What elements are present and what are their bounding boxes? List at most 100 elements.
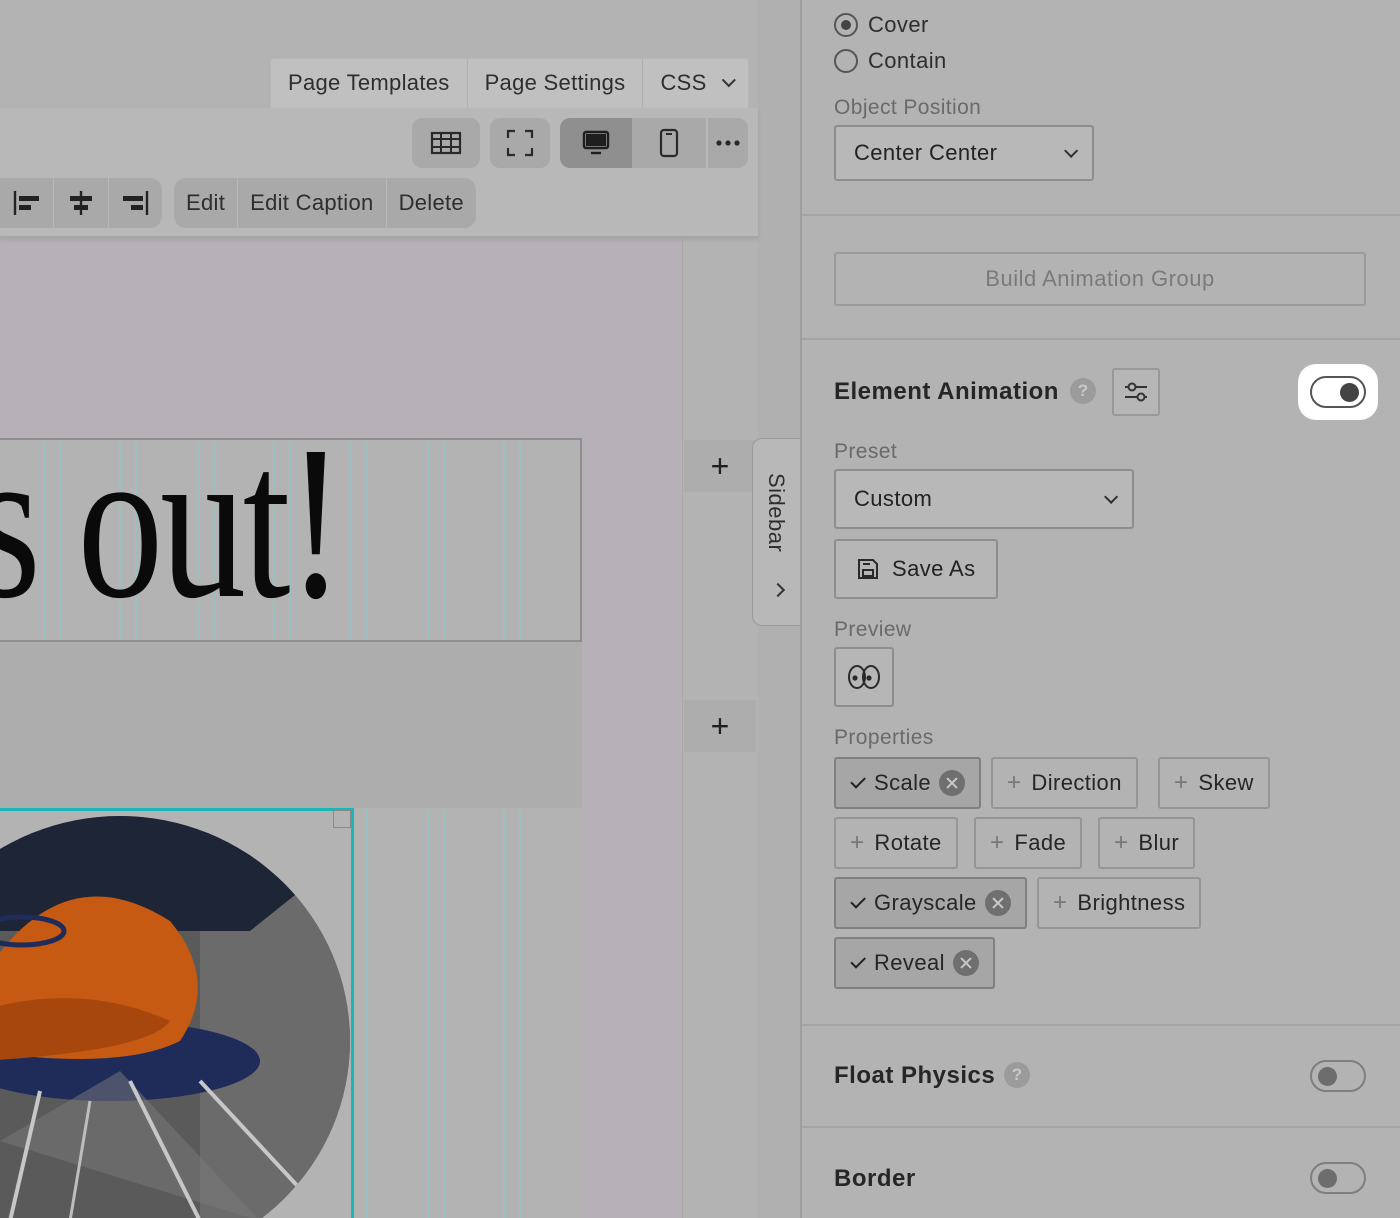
fullscreen-icon	[506, 129, 534, 157]
radio-contain[interactable]: Contain	[834, 48, 947, 74]
object-position-label: Object Position	[834, 96, 982, 119]
toggle-knob	[1318, 1169, 1337, 1188]
film-view-button[interactable]	[412, 118, 480, 168]
plus-icon: +	[1007, 769, 1022, 796]
align-left-button[interactable]	[0, 178, 55, 228]
desktop-view-button[interactable]	[560, 118, 632, 168]
plus-icon: +	[850, 829, 865, 856]
desktop-icon	[582, 130, 610, 155]
save-as-label: Save As	[892, 556, 976, 581]
radio-selected-icon	[834, 13, 858, 37]
chip-brightness-label: Brightness	[1077, 890, 1186, 915]
property-chip-brightness[interactable]: + Brightness	[1037, 877, 1202, 929]
help-icon[interactable]: ?	[1004, 1062, 1030, 1088]
preview-button[interactable]	[834, 647, 894, 707]
add-block-button[interactable]: +	[684, 440, 756, 492]
plus-icon: +	[990, 829, 1005, 856]
property-chip-fade[interactable]: + Fade	[974, 817, 1083, 869]
chip-reveal-label: Reveal	[874, 950, 945, 975]
more-options-button[interactable]	[708, 118, 748, 168]
chevron-down-icon	[1104, 489, 1119, 504]
tab-page-templates[interactable]: Page Templates	[271, 59, 468, 107]
toggle-knob	[1318, 1067, 1337, 1086]
animation-settings-button[interactable]	[1112, 368, 1160, 416]
chip-skew-label: Skew	[1198, 770, 1254, 795]
chip-direction-label: Direction	[1031, 770, 1122, 795]
plus-icon: +	[1114, 829, 1129, 856]
product-image	[0, 816, 350, 1218]
preset-label: Preset	[834, 440, 898, 463]
align-center-button[interactable]	[54, 178, 109, 228]
remove-icon[interactable]	[952, 950, 979, 976]
property-chip-grayscale[interactable]: Grayscale	[834, 877, 1027, 929]
settings-panel: Cover Contain Object Position Center Cen…	[800, 0, 1400, 1218]
align-left-icon	[13, 191, 39, 215]
chip-rotate-label: Rotate	[874, 830, 942, 855]
alignment-group	[0, 178, 162, 228]
radio-cover[interactable]: Cover	[834, 12, 929, 38]
object-position-value: Center Center	[854, 140, 998, 165]
delete-button[interactable]: Delete	[387, 178, 476, 228]
tab-page-settings[interactable]: Page Settings	[468, 59, 644, 107]
save-as-button[interactable]: Save As	[834, 539, 998, 599]
preset-select[interactable]: Custom	[834, 469, 1134, 529]
property-chip-reveal[interactable]: Reveal	[834, 937, 995, 989]
float-physics-toggle[interactable]	[1310, 1060, 1366, 1092]
chip-scale-label: Scale	[874, 770, 932, 795]
border-title: Border	[834, 1165, 916, 1192]
more-icon	[716, 140, 740, 146]
remove-icon[interactable]	[939, 770, 966, 796]
check-icon	[850, 953, 866, 969]
sidebar-toggle-tab[interactable]: Sidebar	[752, 438, 800, 626]
align-right-button[interactable]	[109, 178, 162, 228]
build-animation-group-button[interactable]: Build Animation Group	[834, 252, 1366, 306]
property-chip-direction[interactable]: + Direction	[991, 757, 1138, 809]
align-center-icon	[69, 191, 92, 215]
check-icon	[850, 893, 866, 909]
top-tab-bar: Page Templates Page Settings CSS	[270, 58, 749, 108]
properties-label: Properties	[834, 726, 934, 749]
spacer-block	[0, 642, 582, 808]
check-icon	[850, 773, 866, 789]
plus-icon: +	[1053, 889, 1068, 916]
sidebar-tab-label: Sidebar	[764, 473, 789, 553]
element-animation-title: Element Animation	[834, 378, 1059, 405]
image-actions-group: Edit Edit Caption Delete	[174, 178, 476, 228]
resize-handle[interactable]	[333, 810, 351, 828]
object-position-select[interactable]: Center Center	[834, 125, 1094, 181]
chevron-right-icon	[770, 582, 786, 598]
toggle-knob	[1340, 383, 1359, 402]
chip-blur-label: Blur	[1138, 830, 1180, 855]
sliders-icon	[1125, 382, 1147, 402]
film-icon	[430, 131, 462, 155]
chip-fade-label: Fade	[1014, 830, 1067, 855]
image-block[interactable]	[0, 808, 354, 1218]
float-physics-title: Float Physics	[834, 1062, 996, 1089]
border-toggle[interactable]	[1310, 1162, 1366, 1194]
headline-text[interactable]: s out!	[0, 412, 344, 632]
property-chip-scale[interactable]: Scale	[834, 757, 982, 809]
help-icon[interactable]: ?	[1070, 378, 1096, 404]
tab-css[interactable]: CSS	[643, 59, 747, 107]
element-animation-toggle[interactable]	[1310, 376, 1366, 408]
radio-contain-label: Contain	[868, 48, 947, 73]
tab-css-label: CSS	[660, 70, 707, 95]
edit-button[interactable]: Edit	[174, 178, 239, 228]
edit-caption-button[interactable]: Edit Caption	[238, 178, 387, 228]
add-block-button-lower[interactable]: +	[684, 700, 756, 752]
property-chip-skew[interactable]: + Skew	[1158, 757, 1270, 809]
remove-icon[interactable]	[984, 890, 1011, 916]
fullscreen-button[interactable]	[490, 118, 550, 168]
property-chip-rotate[interactable]: + Rotate	[834, 817, 958, 869]
plus-icon: +	[1174, 769, 1189, 796]
align-right-icon	[123, 191, 149, 215]
save-icon	[858, 559, 878, 579]
block-toolbar: Edit Edit Caption Delete	[0, 108, 758, 238]
radio-cover-label: Cover	[868, 12, 929, 37]
mobile-view-button[interactable]	[632, 118, 706, 168]
image-column-empty	[354, 808, 582, 1218]
chevron-down-icon	[721, 73, 736, 88]
preview-label: Preview	[834, 618, 912, 641]
preset-value: Custom	[854, 486, 933, 511]
property-chip-blur[interactable]: + Blur	[1098, 817, 1196, 869]
